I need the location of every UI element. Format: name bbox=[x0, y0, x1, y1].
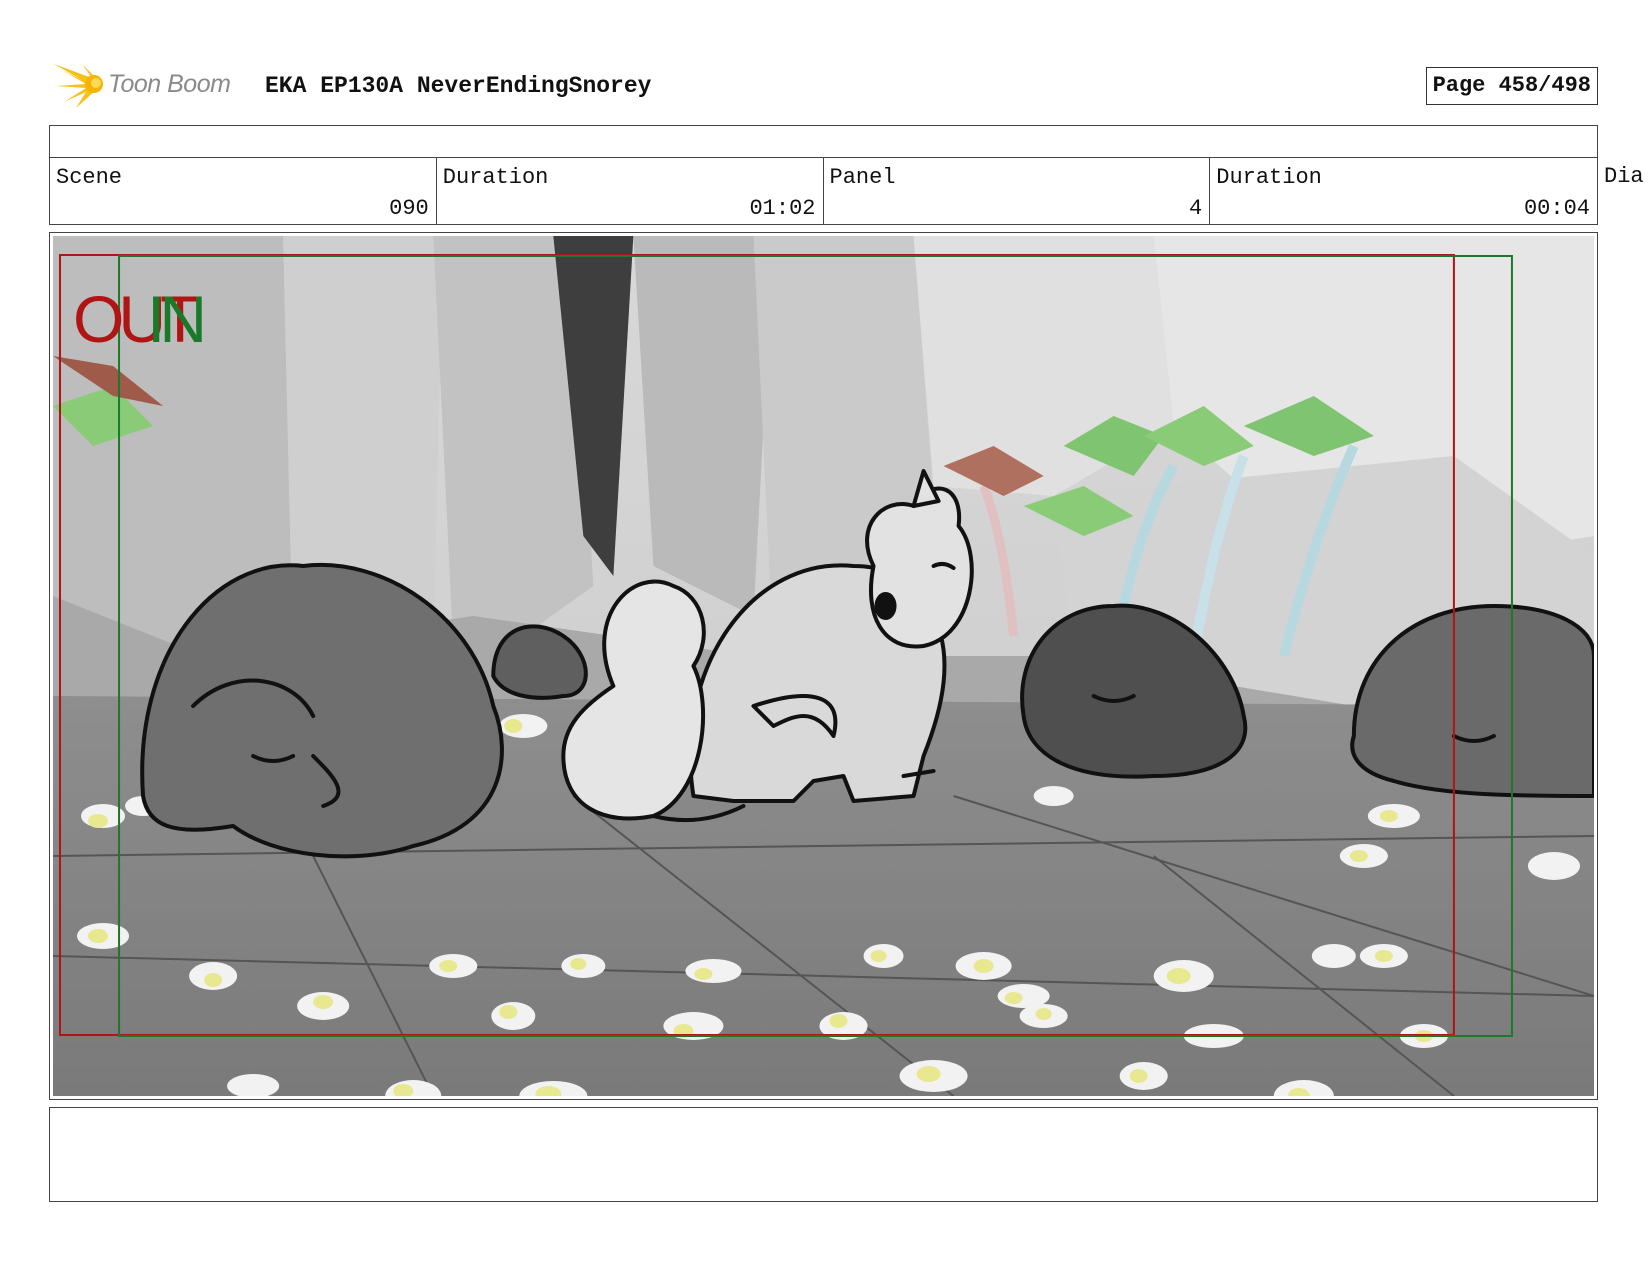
panel-value: 4 bbox=[1189, 196, 1203, 221]
scene-cell: Scene 090 bbox=[50, 158, 437, 224]
storyboard-header: Toon Boom EKA EP130A NeverEndingSnorey P… bbox=[52, 58, 1598, 112]
scene-value: 090 bbox=[389, 196, 429, 221]
storyboard-panel-image: OUT IN bbox=[53, 236, 1594, 1096]
page-indicator: Page 458/498 bbox=[1425, 67, 1598, 105]
panel-duration-cell: Duration 00:04 bbox=[1210, 158, 1597, 224]
panel-duration-label: Duration bbox=[1216, 165, 1322, 190]
toon-boom-logo-icon bbox=[54, 64, 103, 108]
scene-duration-cell: Duration 01:02 bbox=[437, 158, 824, 224]
project-title: EKA EP130A NeverEndingSnorey bbox=[265, 73, 652, 99]
panel-frame: OUT IN bbox=[49, 232, 1598, 1100]
panel-notes-box bbox=[49, 1107, 1598, 1202]
dialogue-label-truncated: Dia bbox=[1604, 164, 1644, 189]
panel-label: Panel bbox=[829, 165, 896, 190]
scene-duration-label: Duration bbox=[442, 165, 549, 190]
scene-duration-value: 01:02 bbox=[749, 196, 816, 221]
in-frame-label: IN bbox=[147, 282, 202, 356]
panel-duration-value: 00:04 bbox=[1523, 196, 1590, 221]
header-blank-strip bbox=[49, 125, 1598, 158]
panel-cell: Panel 4 bbox=[824, 158, 1211, 224]
brand-name: Toon Boom bbox=[108, 70, 231, 98]
scene-label: Scene bbox=[56, 165, 123, 190]
scene-info-row: Scene 090 Duration 01:02 Panel 4 Duratio… bbox=[49, 157, 1598, 225]
